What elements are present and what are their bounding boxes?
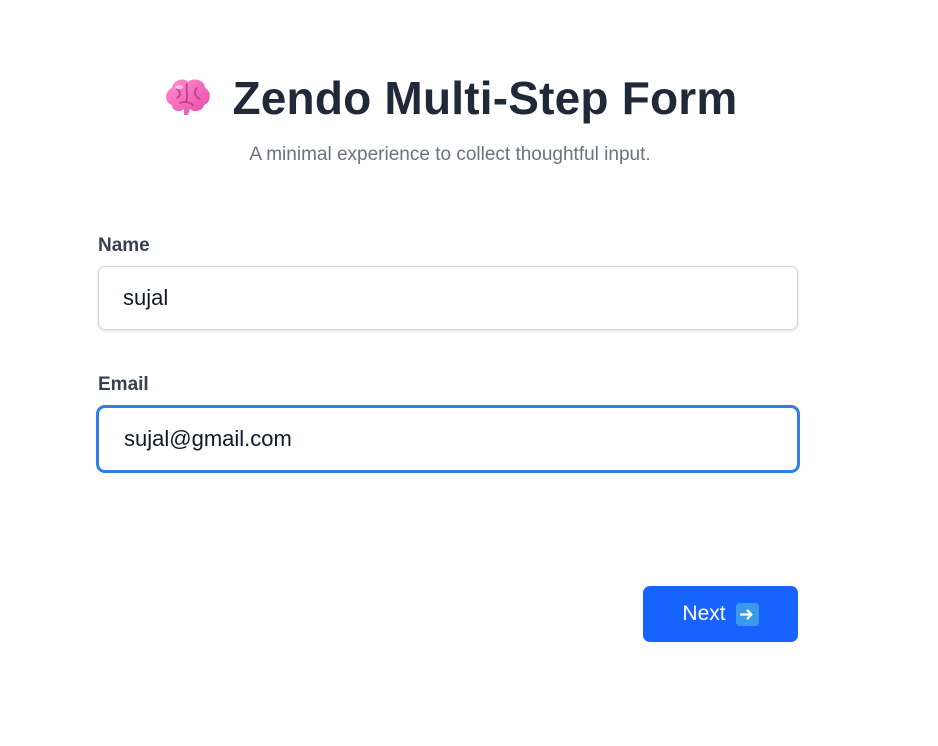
next-button[interactable]: Next (643, 586, 798, 642)
title-row: Zendo Multi-Step Form (0, 70, 900, 126)
form-page: Zendo Multi-Step Form A minimal experien… (0, 0, 938, 746)
name-label: Name (98, 235, 150, 256)
right-arrow-icon (735, 602, 759, 626)
brain-icon (162, 75, 212, 121)
form-header: Zendo Multi-Step Form A minimal experien… (0, 70, 900, 166)
email-label: Email (98, 374, 149, 395)
email-field-group: Email (96, 374, 800, 473)
email-input[interactable] (96, 405, 800, 473)
page-subtitle: A minimal experience to collect thoughtf… (249, 144, 651, 165)
next-button-label: Next (682, 602, 726, 625)
page-title: Zendo Multi-Step Form (232, 72, 738, 124)
name-field-group: Name (98, 235, 798, 330)
name-input[interactable] (98, 266, 798, 330)
